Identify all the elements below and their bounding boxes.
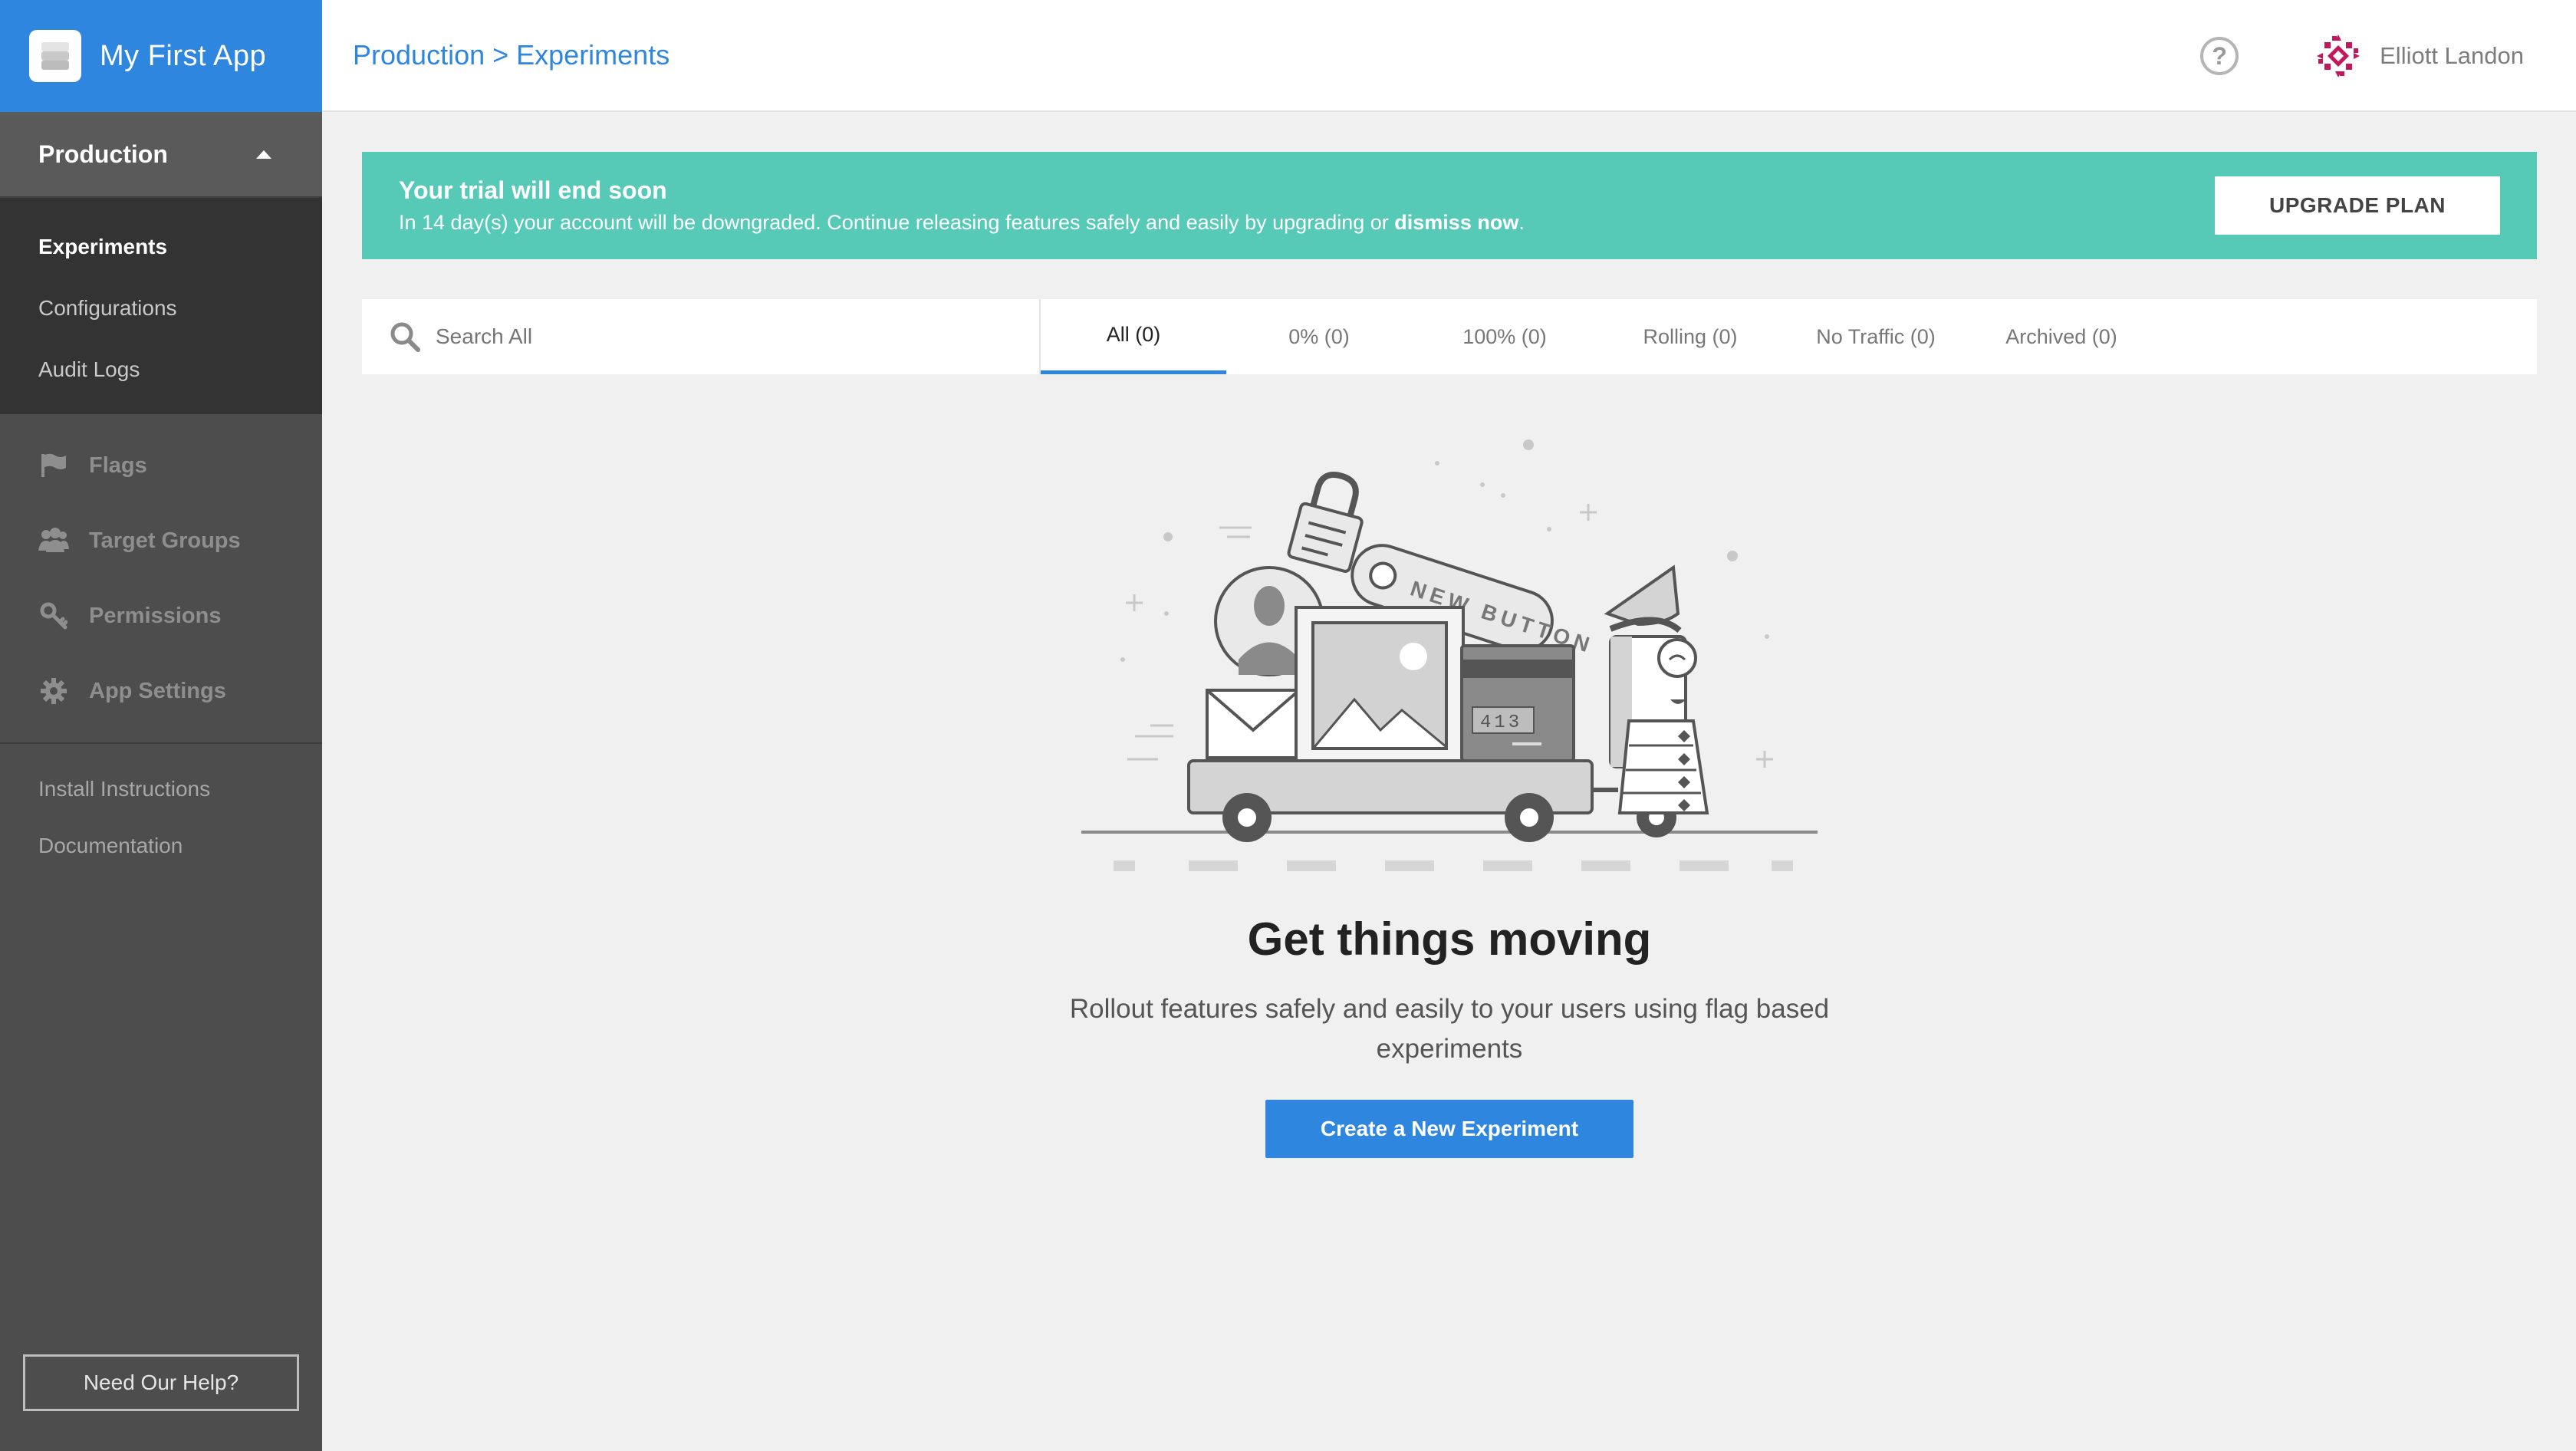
sidebar: My First App Production Experiments Conf… [0,0,322,1451]
create-experiment-button[interactable]: Create a New Experiment [1265,1100,1633,1158]
avatar[interactable] [2314,31,2363,81]
search-icon [390,322,420,352]
user-name[interactable]: Elliott Landon [2380,42,2524,70]
empty-state-title: Get things moving [1247,913,1652,965]
sidebar-item-flags[interactable]: Flags [0,428,322,503]
tab-no-traffic[interactable]: No Traffic (0) [1783,299,1969,374]
empty-state-illustration: NEW BUTTON 413 [1081,439,1818,871]
dismiss-link[interactable]: dismiss now [1394,211,1518,234]
environment-name: Production [38,140,168,168]
sidebar-item-app-settings[interactable]: App Settings [0,653,322,729]
tab-rolling[interactable]: Rolling (0) [1597,299,1783,374]
sidebar-item-configurations[interactable]: Configurations [0,278,322,339]
banner-text: In 14 day(s) your account will be downgr… [399,211,1395,234]
app-brand[interactable]: My First App [0,0,322,112]
app-name: My First App [100,39,267,72]
sidebar-item-label: Permissions [89,603,222,628]
app-root: My First App Production Experiments Conf… [0,0,2576,1451]
tab-all[interactable]: All (0) [1041,299,1226,374]
trial-banner: Your trial will end soon In 14 day(s) yo… [362,152,2537,259]
sidebar-item-label: Target Groups [89,528,241,553]
search-input[interactable] [436,324,972,349]
app-logo-icon [29,30,81,82]
users-icon [38,525,69,556]
key-icon [38,600,69,631]
caret-up-icon [256,150,271,159]
flag-icon [38,450,69,481]
help-icon[interactable]: ? [2200,37,2239,75]
card-number: 413 [1480,712,1522,733]
upgrade-plan-button[interactable]: UPGRADE PLAN [2215,176,2500,235]
banner-message: In 14 day(s) your account will be downgr… [399,211,1525,235]
sidebar-links: Install Instructions Documentation [0,744,322,874]
sidebar-item-audit-logs[interactable]: Audit Logs [0,339,322,400]
sidebar-item-label: App Settings [89,678,226,703]
topbar-right: ? Elliott Landon [2200,0,2524,112]
topbar: Production > Experiments ? Elliott Lando… [322,0,2576,112]
tab-100-percent[interactable]: 100% (0) [1412,299,1597,374]
sidebar-item-permissions[interactable]: Permissions [0,578,322,653]
sidebar-item-experiments[interactable]: Experiments [0,216,322,278]
tab-archived[interactable]: Archived (0) [1969,299,2154,374]
filter-tabs: All (0) 0% (0) 100% (0) Rolling (0) No T… [1041,299,2154,374]
breadcrumb[interactable]: Production > Experiments [353,39,669,71]
environment-selector[interactable]: Production [0,112,322,198]
tab-0-percent[interactable]: 0% (0) [1226,299,1412,374]
sidebar-item-label: Flags [89,452,147,478]
banner-title: Your trial will end soon [399,176,667,204]
sidebar-item-target-groups[interactable]: Target Groups [0,503,322,578]
sidebar-item-documentation[interactable]: Documentation [0,818,322,874]
gear-icon [38,676,69,706]
need-help-button[interactable]: Need Our Help? [23,1354,299,1411]
experiments-filter-bar: All (0) 0% (0) 100% (0) Rolling (0) No T… [362,299,2537,374]
sidebar-item-install-instructions[interactable]: Install Instructions [0,761,322,818]
sidebar-main-nav: Flags Target Groups Permissions App Sett… [0,414,322,744]
empty-state-description: Rollout features safely and easily to yo… [1069,994,1830,1064]
environment-submenu: Experiments Configurations Audit Logs [0,198,322,414]
search-box [362,299,1041,374]
banner-text-end: . [1518,211,1525,234]
